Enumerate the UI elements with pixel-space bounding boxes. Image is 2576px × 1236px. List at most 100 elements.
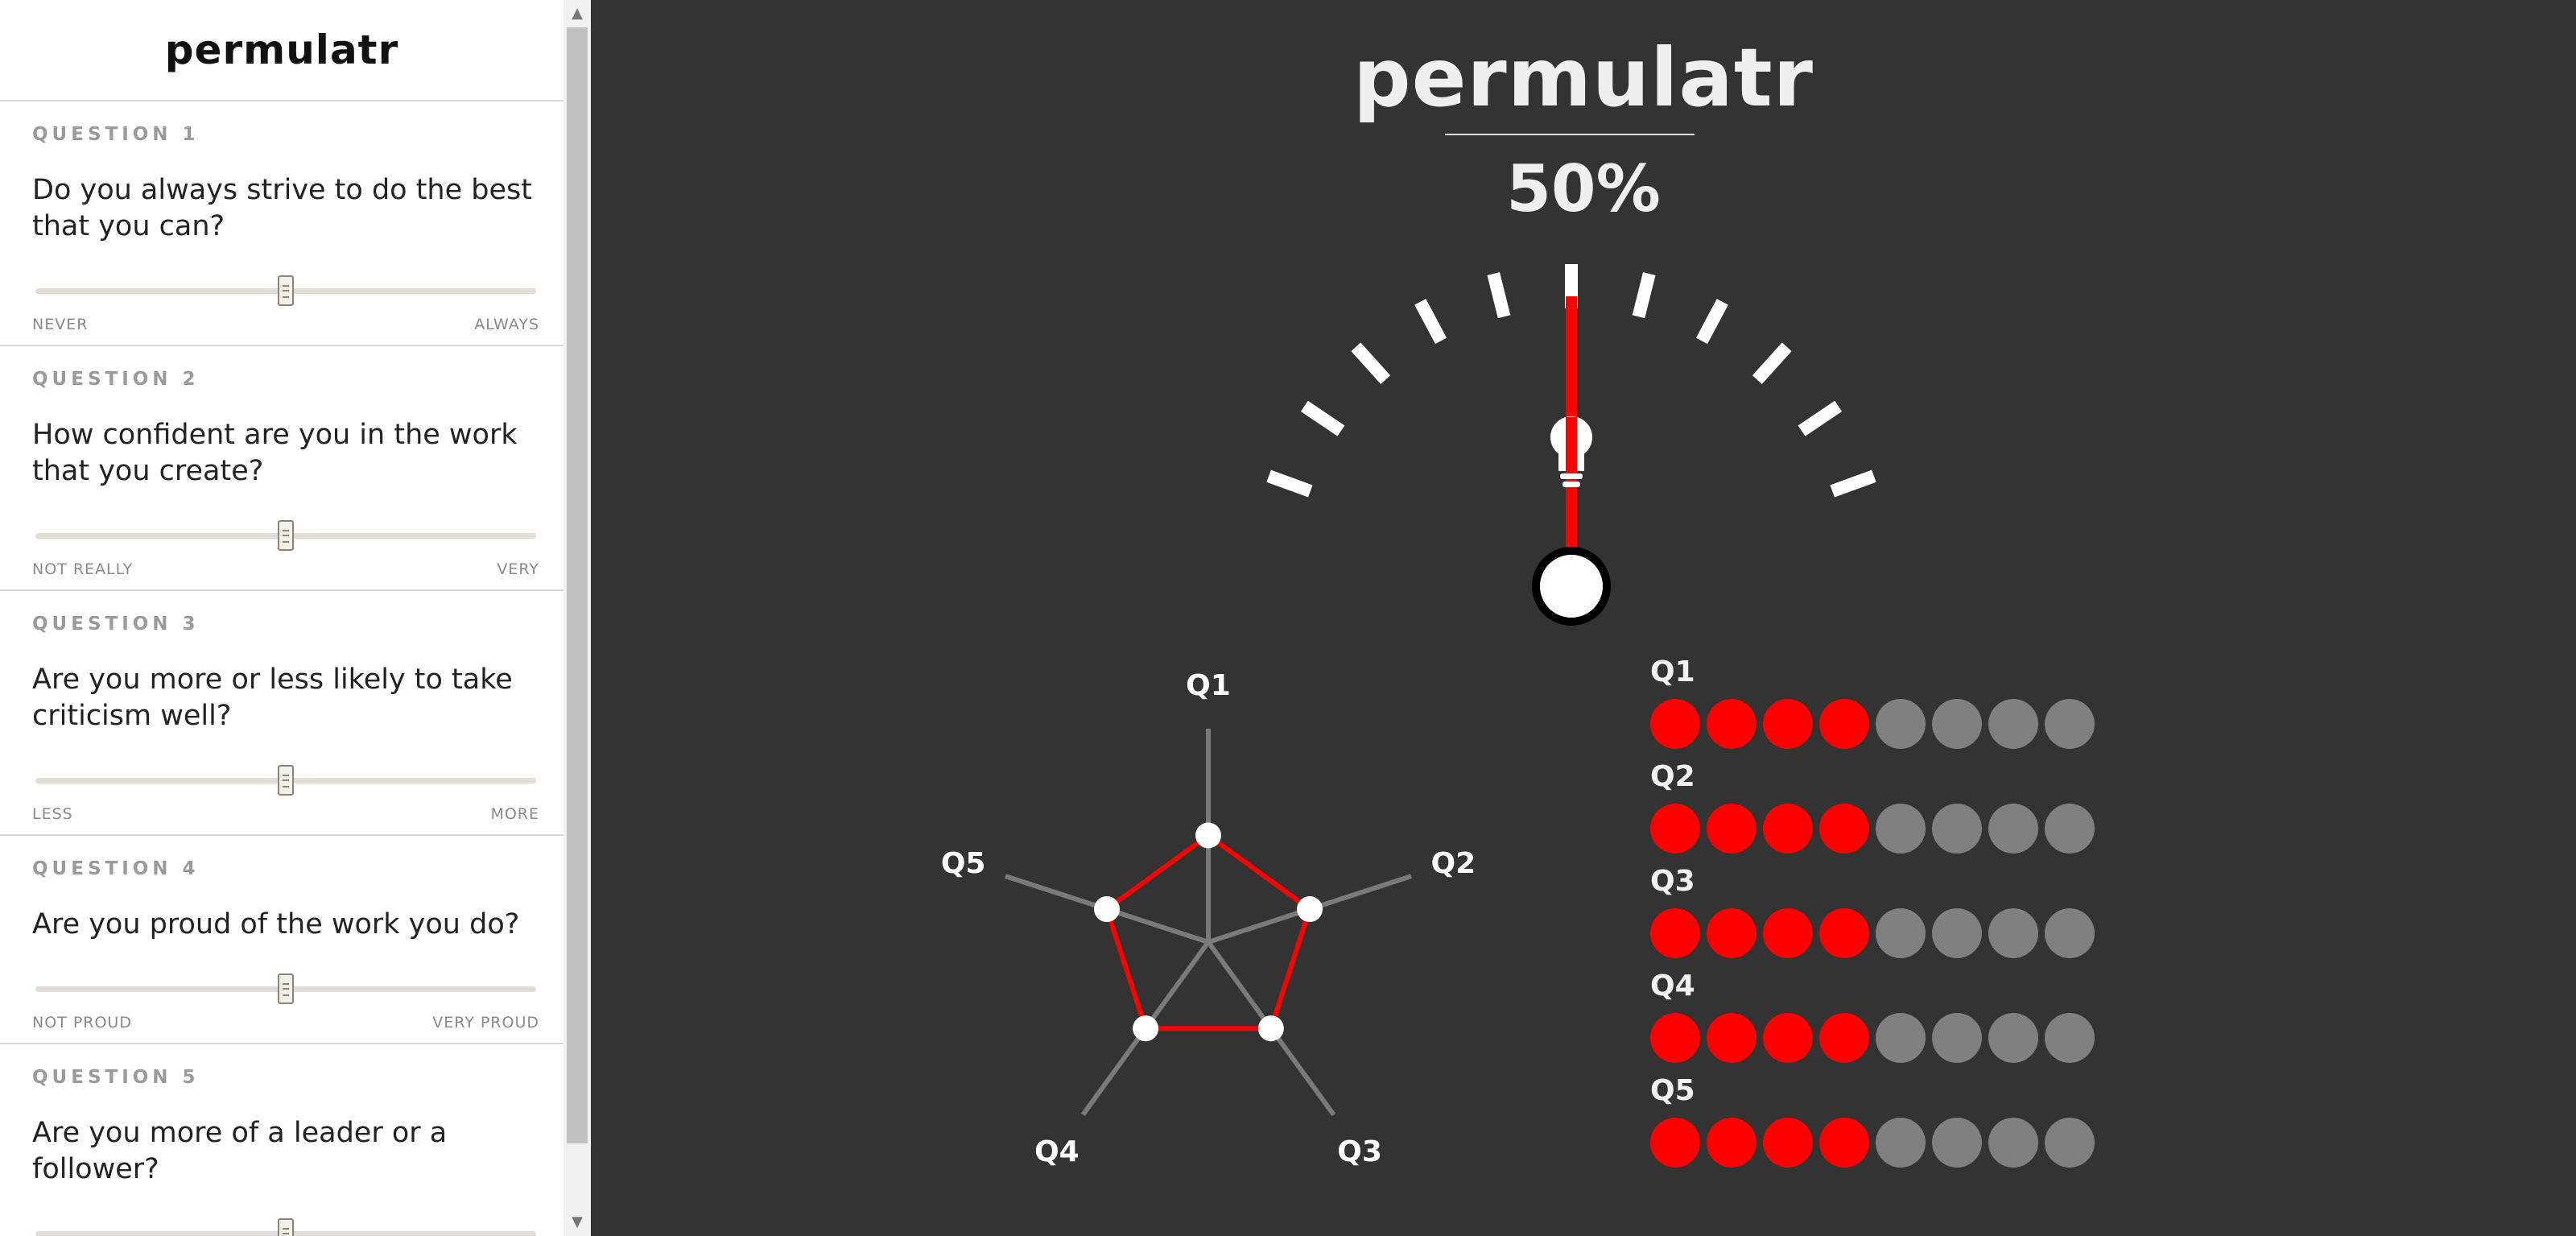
radar-point (1195, 822, 1221, 849)
question-number: QUESTION 1 (32, 124, 200, 145)
question-slider[interactable] (32, 762, 539, 802)
slider-max-label: VERY PROUD (432, 1014, 539, 1031)
dot-empty (1988, 699, 2038, 749)
slider-scale-labels: LESS MORE (32, 805, 539, 834)
dot-row-label: Q1 (1650, 655, 1695, 688)
dot-filled (1819, 804, 1869, 854)
question-item: QUESTION 4 Are you proud of the work you… (0, 836, 564, 1044)
question-number: QUESTION 2 (32, 369, 200, 390)
slider-max-label: ALWAYS (474, 316, 539, 333)
slider-min-label: LESS (32, 805, 73, 823)
dot-empty (1988, 804, 2038, 854)
dot-row-label: Q4 (1650, 969, 1695, 1002)
radar-point (1093, 896, 1120, 923)
slider-handle[interactable] (278, 1218, 294, 1236)
dot-empty (2045, 1118, 2095, 1168)
question-text: Are you more or less likely to take crit… (32, 663, 513, 732)
question-item: QUESTION 5 Are you more of a leader or a… (0, 1044, 564, 1236)
question-number: QUESTION 3 (32, 614, 200, 635)
scrollbar-thumb[interactable] (567, 27, 588, 1143)
dot-empty (1876, 699, 1926, 749)
question-item: QUESTION 3 Are you more or less likely t… (0, 591, 564, 836)
question-slider[interactable] (32, 1215, 539, 1236)
question-slider[interactable] (32, 517, 539, 557)
radar-point (1257, 1015, 1284, 1042)
dot-empty (1876, 804, 1926, 854)
slider-scale-labels: NEVER ALWAYS (32, 316, 539, 345)
dot-empty (1876, 1013, 1926, 1063)
dot-empty (1932, 804, 1982, 854)
radar-axis-label: Q5 (941, 847, 986, 880)
dot-empty (2045, 804, 2095, 854)
dot-filled (1819, 1118, 1869, 1168)
scroll-up-arrow-icon[interactable]: ▲ (564, 0, 591, 27)
radar-point (1133, 1015, 1159, 1042)
questions-sidebar: permulatr QUESTION 1 Do you always striv… (0, 0, 564, 1236)
slider-handle[interactable] (278, 765, 294, 796)
dot-filled (1763, 699, 1813, 749)
dot-filled (1650, 908, 1700, 958)
dot-empty (1988, 908, 2038, 958)
sidebar-header: permulatr (0, 0, 564, 101)
dot-filled (1650, 699, 1700, 749)
dot-filled (1819, 908, 1869, 958)
dot-filled (1763, 908, 1813, 958)
app-window: permulatr QUESTION 1 Do you always striv… (0, 0, 2576, 1236)
dot-empty (1988, 1013, 2038, 1063)
dot-empty (1932, 699, 1982, 749)
dot-filled (1707, 699, 1757, 749)
question-number: QUESTION 5 (32, 1067, 200, 1088)
dot-filled (1763, 804, 1813, 854)
dot-empty (1876, 908, 1926, 958)
dot-filled (1707, 1013, 1757, 1063)
dot-empty (1932, 1013, 1982, 1063)
question-text: Do you always strive to do the best that… (32, 174, 532, 242)
dot-row-label: Q5 (1650, 1074, 1695, 1107)
dot-filled (1650, 804, 1700, 854)
dot-filled (1650, 1013, 1700, 1063)
question-text: Are you more of a leader or a follower? (32, 1117, 448, 1185)
dot-filled (1819, 699, 1869, 749)
question-item: QUESTION 1 Do you always strive to do th… (0, 101, 564, 346)
slider-min-label: NEVER (32, 316, 89, 333)
dot-filled (1763, 1013, 1813, 1063)
radar-axis-label: Q3 (1337, 1135, 1382, 1168)
dot-row-label: Q2 (1650, 760, 1695, 793)
sidebar-app-title: permulatr (164, 27, 399, 73)
question-number: QUESTION 4 (32, 858, 200, 879)
dot-filled (1819, 1013, 1869, 1063)
slider-handle[interactable] (278, 520, 294, 551)
dot-empty (1932, 908, 1982, 958)
dot-filled (1707, 908, 1757, 958)
dot-empty (1932, 1118, 1982, 1168)
slider-min-label: NOT REALLY (32, 560, 134, 578)
dot-empty (2045, 1013, 2095, 1063)
slider-handle[interactable] (278, 974, 294, 1004)
question-slider[interactable] (32, 272, 539, 312)
results-panel: permulatr 50% Q1 Q2 Q3 Q4 Q5 Q1 Q2 Q3 Q4 Q5 (591, 0, 2576, 1236)
dot-filled (1707, 1118, 1757, 1168)
slider-handle[interactable] (278, 275, 294, 306)
dot-empty (1876, 1118, 1926, 1168)
dot-filled (1763, 1118, 1813, 1168)
scroll-down-arrow-icon[interactable]: ▼ (564, 1209, 591, 1236)
radar-chart: Q1 Q2 Q3 Q4 Q5 (941, 669, 1476, 1168)
sidebar-scrollbar[interactable]: ▲ ▼ (564, 0, 591, 1236)
dot-empty (2045, 908, 2095, 958)
question-slider[interactable] (32, 970, 539, 1011)
dot-empty (2045, 699, 2095, 749)
slider-max-label: MORE (490, 805, 539, 823)
question-text: How confident are you in the work that y… (32, 419, 518, 487)
slider-scale-labels: NOT REALLY VERY (32, 560, 539, 589)
question-text: Are you proud of the work you do? (32, 908, 520, 940)
slider-min-label: NOT PROUD (32, 1014, 132, 1031)
radar-point (1297, 896, 1323, 923)
radar-axis-label: Q2 (1431, 847, 1476, 880)
radar-axis-label: Q4 (1034, 1135, 1080, 1168)
dot-row-label: Q3 (1650, 865, 1695, 898)
questions-list: QUESTION 1 Do you always strive to do th… (0, 101, 564, 1236)
slider-max-label: VERY (497, 560, 539, 578)
question-item: QUESTION 2 How confident are you in the … (0, 346, 564, 591)
dot-empty (1988, 1118, 2038, 1168)
dot-filled (1650, 1118, 1700, 1168)
